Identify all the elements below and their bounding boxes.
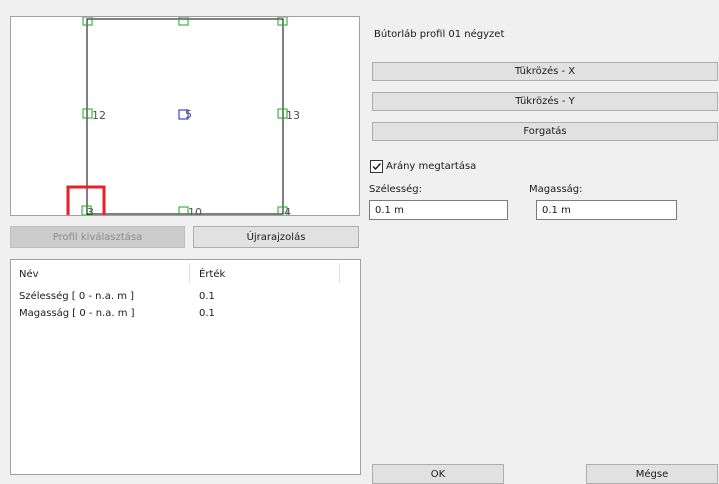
node-label-12: 12 xyxy=(92,109,106,122)
column-header-name: Név xyxy=(19,269,39,280)
property-list[interactable]: Név Érték Szélesség [ 0 - n.a. m ] 0.1 M… xyxy=(10,259,361,475)
property-value[interactable]: 0.1 xyxy=(199,308,215,319)
keep-ratio-label: Arány megtartása xyxy=(386,161,477,172)
property-list-header: Név Érték xyxy=(19,269,352,283)
column-divider xyxy=(339,263,340,283)
profile-preview-canvas[interactable]: 12 13 5 3 10 4 xyxy=(10,16,360,216)
mirror-y-button[interactable]: Tükrözés - Y xyxy=(372,92,718,111)
property-value[interactable]: 0.1 xyxy=(199,291,215,302)
keep-ratio-option[interactable]: Arány megtartása xyxy=(370,160,476,173)
node-label-4: 4 xyxy=(284,206,291,216)
keep-ratio-checkbox[interactable] xyxy=(370,160,383,173)
height-label: Magasság: xyxy=(529,184,583,195)
column-divider xyxy=(189,263,190,283)
selection-highlight xyxy=(66,185,106,215)
table-row[interactable]: Magasság [ 0 - n.a. m ] 0.1 xyxy=(19,308,352,322)
width-label: Szélesség: xyxy=(369,184,422,195)
select-profile-button[interactable]: Profil kiválasztása xyxy=(10,226,185,248)
property-name: Magasság [ 0 - n.a. m ] xyxy=(19,308,135,319)
node-top-mid xyxy=(178,17,189,26)
profile-title: Bútorláb profil 01 négyzet xyxy=(374,29,505,40)
rotate-button[interactable]: Forgatás xyxy=(372,122,718,141)
profile-preview-svg: 12 13 5 3 10 4 xyxy=(66,17,300,216)
ok-button[interactable]: OK xyxy=(372,464,504,484)
table-row[interactable]: Szélesség [ 0 - n.a. m ] 0.1 xyxy=(19,291,352,305)
mirror-x-button[interactable]: Tükrözés - X xyxy=(372,62,718,81)
width-field[interactable]: 0.1 m xyxy=(369,200,508,220)
node-label-13: 13 xyxy=(286,109,300,122)
column-header-value: Érték xyxy=(199,269,226,280)
redraw-button[interactable]: Újrarajzolás xyxy=(193,226,359,248)
node-label-10: 10 xyxy=(188,206,202,216)
node-label-5: 5 xyxy=(185,108,192,121)
node-label-3: 3 xyxy=(87,206,94,216)
checkmark-icon xyxy=(372,163,382,171)
height-field[interactable]: 0.1 m xyxy=(536,200,677,220)
cancel-button[interactable]: Mégse xyxy=(586,464,718,484)
property-name: Szélesség [ 0 - n.a. m ] xyxy=(19,291,135,302)
node-10-marker xyxy=(178,206,189,215)
